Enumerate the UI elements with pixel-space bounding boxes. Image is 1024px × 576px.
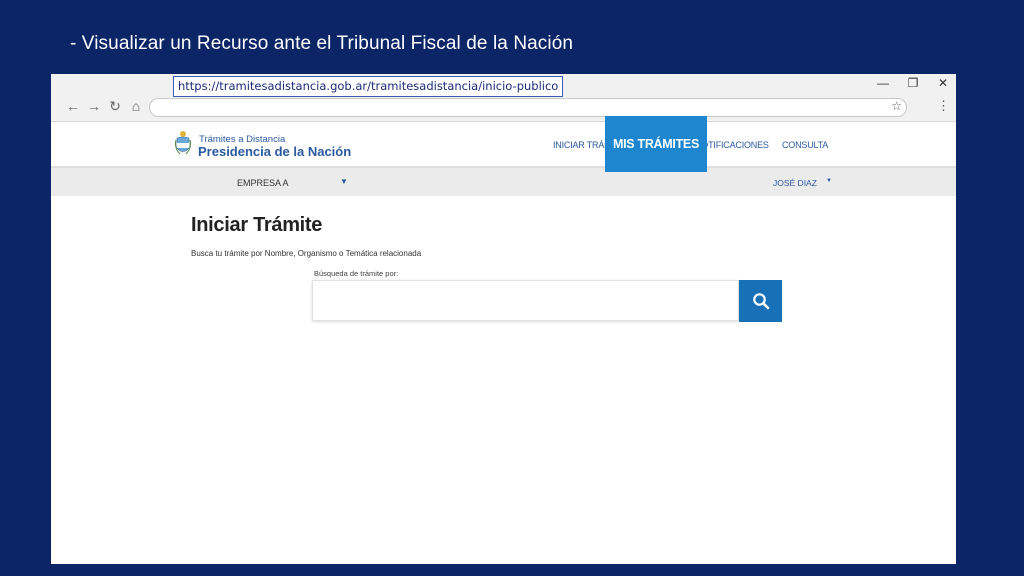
forward-icon[interactable]: →	[86, 98, 102, 114]
browser-window: — ❐ ✕ ← → ↻ ⌂ ☆ ⋮ Trámites a Distancia P…	[51, 74, 956, 564]
nav-consulta[interactable]: CONSULTA	[782, 140, 828, 150]
search-button[interactable]	[739, 280, 782, 322]
browser-toolbar: ← → ↻ ⌂ ☆ ⋮	[51, 93, 956, 122]
coat-of-arms-icon	[175, 131, 191, 155]
account-bar: EMPRESA A ▼ JOSÉ DIAZ ▼	[51, 168, 956, 196]
caret-down-icon[interactable]: ▼	[340, 177, 348, 186]
slide-title: - Visualizar un Recurso ante el Tribunal…	[70, 33, 574, 54]
search-input[interactable]	[312, 280, 739, 321]
page-subtitle: Busca tu trámite por Nombre, Organismo o…	[191, 249, 422, 258]
page-title: Iniciar Trámite	[191, 214, 323, 236]
back-icon[interactable]: ←	[65, 98, 81, 114]
nav-mis-tramites[interactable]: MIS TRÁMITES	[605, 116, 707, 172]
caret-down-icon[interactable]: ▼	[826, 178, 832, 184]
site-header: Trámites a Distancia Presidencia de la N…	[51, 122, 956, 168]
restore-button[interactable]: ❐	[903, 75, 923, 91]
home-icon[interactable]: ⌂	[128, 98, 144, 114]
minimize-button[interactable]: —	[873, 75, 893, 91]
user-menu[interactable]: JOSÉ DIAZ	[773, 178, 817, 188]
close-button[interactable]: ✕	[933, 75, 953, 91]
search-icon	[752, 293, 769, 310]
reload-icon[interactable]: ↻	[107, 98, 123, 114]
bookmark-star-icon[interactable]: ☆	[891, 98, 902, 114]
browser-menu-icon[interactable]: ⋮	[937, 98, 950, 114]
url-text[interactable]: https://tramitesadistancia.gob.ar/tramit…	[173, 76, 564, 97]
company-selector[interactable]: EMPRESA A	[237, 178, 289, 188]
address-bar[interactable]	[149, 98, 907, 117]
search-label: Búsqueda de trámite por:	[314, 269, 399, 278]
logo-title: Presidencia de la Nación	[198, 144, 352, 159]
